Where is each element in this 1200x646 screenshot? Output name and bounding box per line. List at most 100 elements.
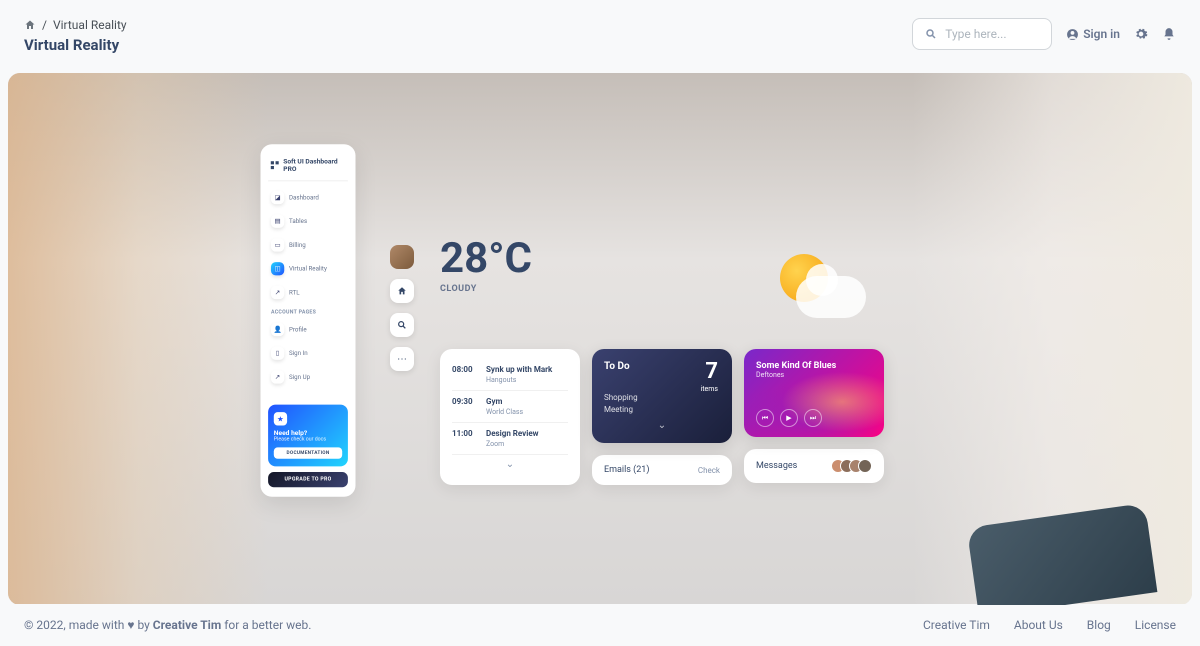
- emails-label: Emails (21): [604, 465, 650, 475]
- gear-icon[interactable]: [1134, 27, 1148, 41]
- footer-author[interactable]: Creative Tim: [153, 618, 221, 632]
- schedule-row[interactable]: 11:00 Design Review Zoom: [452, 423, 568, 455]
- todo-card[interactable]: To Do 7 items Shopping Meeting ⌄: [592, 349, 732, 443]
- messages-label: Messages: [756, 461, 797, 471]
- home-button[interactable]: [390, 279, 414, 303]
- play-button[interactable]: ▶: [780, 409, 798, 427]
- pillow-decor: [967, 503, 1158, 605]
- song-artist: Deftones: [756, 371, 872, 379]
- schedule-sub: World Class: [486, 408, 523, 416]
- tool-icon: ↗: [271, 286, 284, 299]
- todo-item: Shopping: [604, 392, 720, 404]
- todo-list: Shopping Meeting: [604, 392, 720, 416]
- chevron-down-icon[interactable]: ⌄: [452, 455, 568, 474]
- sidebar-label: Virtual Reality: [289, 265, 327, 273]
- heart-icon: ♥: [127, 618, 134, 632]
- messages-card[interactable]: Messages: [744, 449, 884, 483]
- schedule-sub: Zoom: [486, 440, 539, 448]
- schedule-title: Design Review: [486, 429, 539, 438]
- temperature: 28°C: [440, 238, 532, 280]
- sidebar-item-tables[interactable]: ▤ Tables: [268, 211, 348, 232]
- footer-link[interactable]: License: [1135, 618, 1176, 632]
- todo-count: 7: [705, 359, 718, 384]
- music-card: Some Kind Of Blues Deftones ⏮ ▶ ⏭: [744, 349, 884, 437]
- schedule-time: 11:00: [452, 429, 478, 448]
- weather-widget: 28°C CLOUDY: [440, 238, 532, 294]
- header-right: Sign in: [912, 18, 1176, 50]
- sidebar-label: Billing: [289, 241, 306, 249]
- schedule-sub: Hangouts: [486, 376, 552, 384]
- doc-icon: ▯: [271, 347, 284, 360]
- logo-icon: [270, 160, 280, 170]
- help-title: Need help?: [274, 429, 342, 437]
- todo-label: To Do: [604, 361, 720, 372]
- emails-check[interactable]: Check: [698, 466, 720, 475]
- avatar[interactable]: [390, 245, 414, 269]
- more-button[interactable]: ⋯: [390, 347, 414, 371]
- prev-button[interactable]: ⏮: [756, 409, 774, 427]
- header: / Virtual Reality Virtual Reality Sign i…: [0, 0, 1200, 62]
- sidebar-item-dashboard[interactable]: ◪Dashboard: [268, 187, 348, 208]
- documentation-button[interactable]: DOCUMENTATION: [274, 447, 342, 458]
- vr-background: Soft UI Dashboard PRO ◪Dashboard ▤ Tables…: [8, 73, 1192, 605]
- search-input[interactable]: [945, 27, 1039, 41]
- action-column: ⋯: [390, 245, 414, 371]
- footer-link[interactable]: Creative Tim: [923, 618, 990, 632]
- sidebar-item-profile[interactable]: 👤 Profile: [268, 319, 348, 340]
- help-sub: Please check our docs: [274, 437, 342, 443]
- schedule-row[interactable]: 08:00Synk up with MarkHangouts: [452, 359, 568, 391]
- emails-card[interactable]: Emails (21) Check: [592, 455, 732, 485]
- song-title: Some Kind Of Blues: [756, 361, 872, 371]
- search-button[interactable]: [390, 313, 414, 337]
- brand-text: Soft UI Dashboard PRO: [283, 158, 346, 173]
- cloud-icon: [796, 276, 866, 318]
- signin-link[interactable]: Sign in: [1066, 27, 1120, 41]
- breadcrumb-current[interactable]: Virtual Reality: [53, 18, 127, 32]
- header-left: / Virtual Reality Virtual Reality: [24, 18, 127, 54]
- sidebar-item-vr[interactable]: ◫Virtual Reality: [268, 258, 348, 279]
- next-button[interactable]: ⏭: [804, 409, 822, 427]
- user-icon: 👤: [271, 323, 284, 336]
- sidebar: Soft UI Dashboard PRO ◪Dashboard ▤ Tables…: [261, 144, 356, 496]
- schedule-title: Synk up with Mark: [486, 365, 552, 374]
- sidebar-brand[interactable]: Soft UI Dashboard PRO: [268, 154, 348, 182]
- sidebar-help-card: ★ Need help? Please check our docs DOCUM…: [268, 405, 348, 467]
- sidebar-item-billing[interactable]: ▭Billing: [268, 235, 348, 256]
- schedule-card: 08:00Synk up with MarkHangouts 09:30GymW…: [440, 349, 580, 485]
- card-row: 08:00Synk up with MarkHangouts 09:30GymW…: [440, 349, 884, 485]
- signin-label: Sign in: [1083, 27, 1120, 41]
- todo-item: Meeting: [604, 404, 720, 416]
- sidebar-item-signup[interactable]: ↗ Sign Up: [268, 367, 348, 388]
- avatar-small: [858, 459, 872, 473]
- table-icon: ▤: [271, 215, 284, 228]
- search-icon: [925, 28, 937, 40]
- schedule-title: Gym: [486, 397, 523, 406]
- music-controls: ⏮ ▶ ⏭: [756, 409, 822, 427]
- upgrade-button[interactable]: UPGRADE TO PRO: [268, 472, 348, 487]
- user-circle-icon: [1066, 28, 1079, 41]
- star-icon: ★: [274, 412, 287, 425]
- message-avatars: [831, 459, 872, 473]
- sidebar-section: ACCOUNT PAGES: [268, 306, 348, 319]
- weather-icon: [770, 248, 870, 328]
- sidebar-label: Profile: [289, 326, 307, 334]
- sidebar-label: Tables: [289, 217, 307, 225]
- footer-copyright: © 2022, made with ♥ by Creative Tim for …: [24, 618, 311, 632]
- sidebar-label: Sign In: [289, 349, 308, 357]
- sidebar-label: RTL: [289, 289, 300, 297]
- search-box[interactable]: [912, 18, 1052, 50]
- chevron-down-icon[interactable]: ⌄: [604, 420, 720, 431]
- todo-column: To Do 7 items Shopping Meeting ⌄ Emails …: [592, 349, 732, 485]
- footer-link[interactable]: Blog: [1087, 618, 1111, 632]
- sidebar-item-signin[interactable]: ▯ Sign In: [268, 343, 348, 364]
- music-column: Some Kind Of Blues Deftones ⏮ ▶ ⏭ Messag…: [744, 349, 884, 485]
- footer: © 2022, made with ♥ by Creative Tim for …: [0, 604, 1200, 646]
- sidebar-item-rtl[interactable]: ↗ RTL: [268, 282, 348, 303]
- rocket-icon: ↗: [271, 370, 284, 383]
- breadcrumb: / Virtual Reality: [24, 18, 127, 32]
- home-icon[interactable]: [24, 19, 36, 31]
- sidebar-label: Sign Up: [289, 373, 310, 381]
- bell-icon[interactable]: [1162, 27, 1176, 41]
- schedule-row[interactable]: 09:30GymWorld Class: [452, 391, 568, 423]
- footer-link[interactable]: About Us: [1014, 618, 1063, 632]
